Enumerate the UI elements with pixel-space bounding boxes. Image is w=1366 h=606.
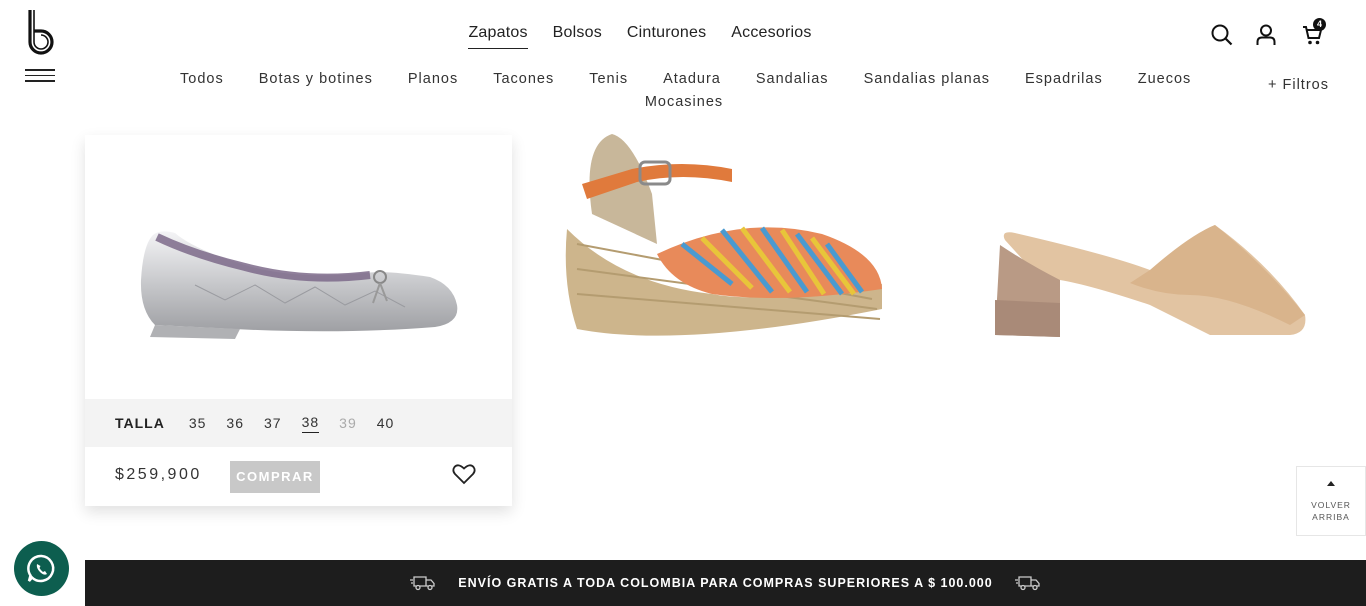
whatsapp-chat-button[interactable]: [14, 541, 69, 596]
back-to-top-line1: VOLVER: [1311, 500, 1351, 510]
delivery-truck-icon: [1014, 576, 1040, 591]
size-label: TALLA: [115, 415, 165, 431]
size-option-36[interactable]: 36: [226, 415, 244, 431]
cart-count-badge: 4: [1313, 18, 1326, 31]
arrow-up-icon: [1327, 481, 1335, 486]
nav-zapatos[interactable]: Zapatos: [468, 24, 528, 49]
free-shipping-message: ENVÍO GRATIS A TODA COLOMBIA PARA COMPRA…: [458, 576, 993, 590]
subnav-tenis[interactable]: Tenis: [589, 71, 628, 87]
search-icon[interactable]: [1211, 24, 1233, 46]
subnav-todos[interactable]: Todos: [180, 71, 224, 87]
subnav-mocasines[interactable]: Mocasines: [645, 94, 723, 110]
nav-bolsos[interactable]: Bolsos: [553, 24, 602, 49]
size-option-39: 39: [339, 415, 357, 431]
back-to-top-button[interactable]: VOLVER ARRIBA: [1296, 466, 1366, 536]
size-option-40[interactable]: 40: [377, 415, 395, 431]
filters-toggle[interactable]: + Filtros: [1268, 77, 1329, 93]
size-selector: TALLA 35 36 37 38 39 40: [85, 399, 512, 447]
whatsapp-icon: [27, 554, 55, 583]
beige-block-heel-mule-image[interactable]: [990, 225, 1315, 345]
heart-favorite-icon[interactable]: [452, 463, 476, 485]
size-option-35[interactable]: 35: [189, 415, 207, 431]
buy-button[interactable]: COMPRAR: [230, 461, 320, 493]
size-option-38[interactable]: 38: [301, 414, 320, 433]
back-to-top-line2: ARRIBA: [1312, 512, 1350, 522]
espadrille-wedge-image[interactable]: [562, 134, 892, 349]
category-subnav: Todos Botas y botines Planos Tacones Ten…: [180, 71, 1200, 110]
nav-accesorios[interactable]: Accesorios: [731, 24, 811, 49]
subnav-sandalias[interactable]: Sandalias: [756, 71, 829, 87]
subnav-atadura[interactable]: Atadura: [663, 71, 721, 87]
subnav-sandalias-planas[interactable]: Sandalias planas: [864, 71, 990, 87]
delivery-truck-icon: [410, 576, 435, 591]
main-nav: Zapatos Bolsos Cinturones Accesorios: [0, 24, 1366, 49]
size-option-37[interactable]: 37: [264, 415, 282, 431]
product-card[interactable]: TALLA 35 36 37 38 39 40 $259,900 COMPRAR: [85, 135, 512, 506]
subnav-planos[interactable]: Planos: [408, 71, 458, 87]
subnav-tacones[interactable]: Tacones: [493, 71, 554, 87]
cart-button[interactable]: 4: [1302, 18, 1326, 46]
nav-cinturones[interactable]: Cinturones: [627, 24, 706, 49]
free-shipping-banner: ENVÍO GRATIS A TODA COLOMBIA PARA COMPRA…: [85, 560, 1366, 606]
silver-ballet-flat-image[interactable]: [135, 225, 460, 350]
subnav-espadrilas[interactable]: Espadrilas: [1025, 71, 1103, 87]
subnav-zuecos[interactable]: Zuecos: [1138, 71, 1192, 87]
user-account-icon[interactable]: [1256, 24, 1276, 46]
menu-hamburger-icon[interactable]: [25, 69, 55, 83]
product-price: $259,900: [115, 466, 202, 483]
subnav-botas-y-botines[interactable]: Botas y botines: [259, 71, 373, 87]
